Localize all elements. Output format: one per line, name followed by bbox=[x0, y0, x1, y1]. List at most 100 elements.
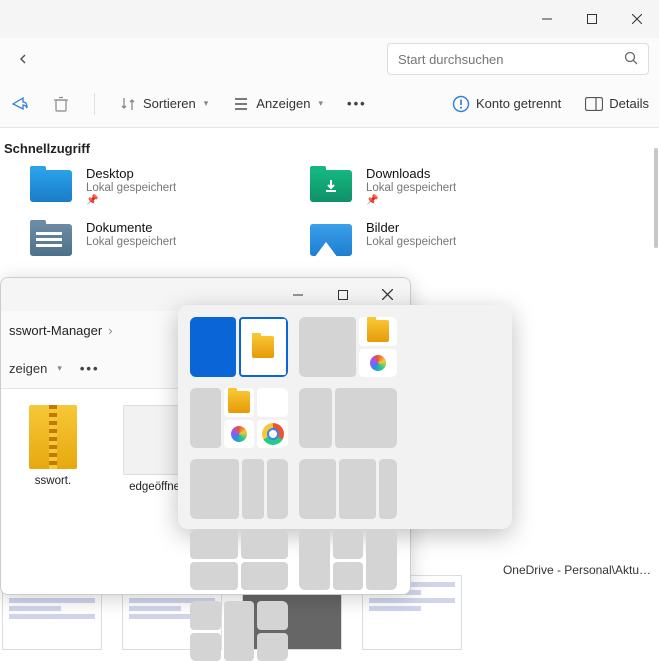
onedrive-taskbar-preview[interactable]: OneDrive - Personal\Aktu… bbox=[503, 563, 651, 577]
bg-sort-button[interactable]: Sortieren▾ bbox=[119, 95, 208, 113]
fg-view-label: zeigen bbox=[9, 361, 47, 376]
chrome-icon bbox=[262, 423, 284, 445]
snap-cell[interactable] bbox=[241, 562, 289, 591]
snap-layout-mixed-1[interactable] bbox=[299, 530, 397, 590]
details-pane-icon bbox=[585, 95, 603, 113]
snap-cell[interactable] bbox=[299, 388, 332, 448]
qa-pictures[interactable]: BilderLokal gespeichert bbox=[310, 220, 590, 258]
qa-downloads[interactable]: DownloadsLokal gespeichert📌 bbox=[310, 166, 590, 206]
snap-cell[interactable] bbox=[190, 530, 238, 559]
snap-cell[interactable] bbox=[267, 459, 288, 519]
pin-icon: 📌 bbox=[366, 195, 456, 206]
bg-maximize-button[interactable] bbox=[569, 0, 614, 38]
bg-back-button[interactable] bbox=[10, 45, 38, 73]
downloads-folder-icon bbox=[310, 170, 352, 202]
bg-search-input[interactable] bbox=[398, 52, 624, 67]
snap-layout-three-plus-narrow[interactable] bbox=[299, 459, 397, 519]
qa-label: Bilder bbox=[366, 220, 456, 235]
ellipsis-icon: ••• bbox=[80, 361, 100, 376]
bg-details-button[interactable]: Details bbox=[585, 95, 649, 113]
snap-cell[interactable] bbox=[257, 601, 288, 630]
snap-cell[interactable] bbox=[242, 459, 263, 519]
trash-icon bbox=[52, 95, 70, 113]
qa-sublabel: Lokal gespeichert bbox=[86, 182, 176, 194]
documents-folder-icon bbox=[30, 224, 72, 256]
snap-layout-mixed-2[interactable] bbox=[190, 601, 288, 661]
snap-cell[interactable] bbox=[190, 388, 221, 448]
snap-layout-quad[interactable] bbox=[190, 530, 288, 590]
pin-icon: 📌 bbox=[86, 195, 176, 206]
bg-scrollbar[interactable] bbox=[654, 148, 658, 248]
bg-account-label: Konto getrennt bbox=[476, 96, 561, 111]
snap-layout-narrow-wide[interactable] bbox=[299, 388, 397, 448]
snap-cell[interactable] bbox=[257, 420, 288, 449]
qa-sublabel: Lokal gespeichert bbox=[366, 236, 456, 248]
bg-minimize-button[interactable] bbox=[524, 0, 569, 38]
chevron-down-icon: ▾ bbox=[319, 98, 324, 109]
explorer-icon bbox=[252, 336, 274, 358]
snap-layouts-popup bbox=[178, 305, 512, 529]
qa-documents[interactable]: DokumenteLokal gespeichert bbox=[30, 220, 310, 258]
snap-cell[interactable] bbox=[224, 388, 255, 417]
snap-layout-three-col[interactable] bbox=[190, 388, 288, 448]
qa-desktop[interactable]: DesktopLokal gespeichert📌 bbox=[30, 166, 310, 206]
bg-toolbar: Sortieren▾ Anzeigen▾ ••• Konto getrennt … bbox=[0, 80, 659, 128]
snap-cell[interactable] bbox=[257, 633, 288, 661]
quick-access-header[interactable]: Schnellzugriff bbox=[0, 129, 659, 166]
bg-close-button[interactable] bbox=[614, 0, 659, 38]
bg-search-box[interactable] bbox=[387, 43, 649, 75]
bg-share-button[interactable] bbox=[10, 95, 28, 113]
snap-cell[interactable] bbox=[224, 420, 255, 449]
qa-label: Downloads bbox=[366, 166, 456, 181]
quick-access-grid: DesktopLokal gespeichert📌 DownloadsLokal… bbox=[0, 166, 659, 272]
qa-sublabel: Lokal gespeichert bbox=[366, 182, 456, 194]
snap-cell[interactable] bbox=[190, 562, 238, 591]
snap-cell[interactable] bbox=[339, 459, 376, 519]
bg-address-bar bbox=[0, 38, 659, 80]
snap-cell[interactable] bbox=[379, 459, 397, 519]
bg-view-label: Anzeigen bbox=[256, 96, 310, 111]
snap-cell[interactable] bbox=[359, 317, 397, 346]
snap-cell[interactable] bbox=[333, 562, 364, 591]
chevron-right-icon: › bbox=[104, 323, 116, 338]
snap-cell[interactable] bbox=[190, 459, 239, 519]
snap-cell[interactable] bbox=[299, 530, 330, 590]
snap-cell[interactable] bbox=[299, 459, 336, 519]
snap-cell-active[interactable] bbox=[239, 317, 289, 377]
snap-cell[interactable] bbox=[190, 633, 221, 661]
file-item-zip[interactable]: sswort. bbox=[3, 405, 103, 493]
snap-cell[interactable] bbox=[241, 530, 289, 559]
chevron-down-icon: ▾ bbox=[57, 363, 62, 374]
snap-cell[interactable] bbox=[257, 388, 288, 417]
bg-details-label: Details bbox=[609, 96, 649, 111]
desktop-folder-icon bbox=[30, 170, 72, 202]
paint-icon bbox=[367, 352, 389, 374]
snap-cell[interactable] bbox=[190, 317, 236, 377]
snap-cell[interactable] bbox=[190, 601, 221, 630]
bg-more-button[interactable]: ••• bbox=[347, 96, 367, 111]
snap-layout-left-rightstack[interactable] bbox=[299, 317, 397, 377]
bg-sort-label: Sortieren bbox=[143, 96, 196, 111]
share-icon bbox=[10, 95, 28, 113]
ellipsis-icon: ••• bbox=[347, 96, 367, 111]
bg-delete-button[interactable] bbox=[52, 95, 70, 113]
snap-layout-wide-two-narrow[interactable] bbox=[190, 459, 288, 519]
snap-cell[interactable] bbox=[359, 349, 397, 378]
snap-cell[interactable] bbox=[333, 530, 364, 559]
paint-icon bbox=[228, 423, 250, 445]
snap-cell[interactable] bbox=[335, 388, 397, 448]
snap-cell[interactable] bbox=[366, 530, 397, 590]
explorer-icon bbox=[367, 320, 389, 342]
breadcrumb-segment[interactable]: sswort-Manager bbox=[7, 323, 104, 338]
fg-view-button[interactable]: zeigen ▾ bbox=[9, 361, 62, 376]
snap-layout-half-half[interactable] bbox=[190, 317, 288, 377]
sort-icon bbox=[119, 95, 137, 113]
qa-sublabel: Lokal gespeichert bbox=[86, 236, 176, 248]
bg-view-button[interactable]: Anzeigen ▾ bbox=[232, 95, 323, 113]
pictures-folder-icon bbox=[310, 224, 352, 256]
snap-cell[interactable] bbox=[224, 601, 255, 661]
alert-icon bbox=[452, 95, 470, 113]
snap-cell[interactable] bbox=[299, 317, 356, 377]
fg-more-button[interactable]: ••• bbox=[80, 361, 100, 376]
bg-account-status[interactable]: Konto getrennt bbox=[452, 95, 561, 113]
